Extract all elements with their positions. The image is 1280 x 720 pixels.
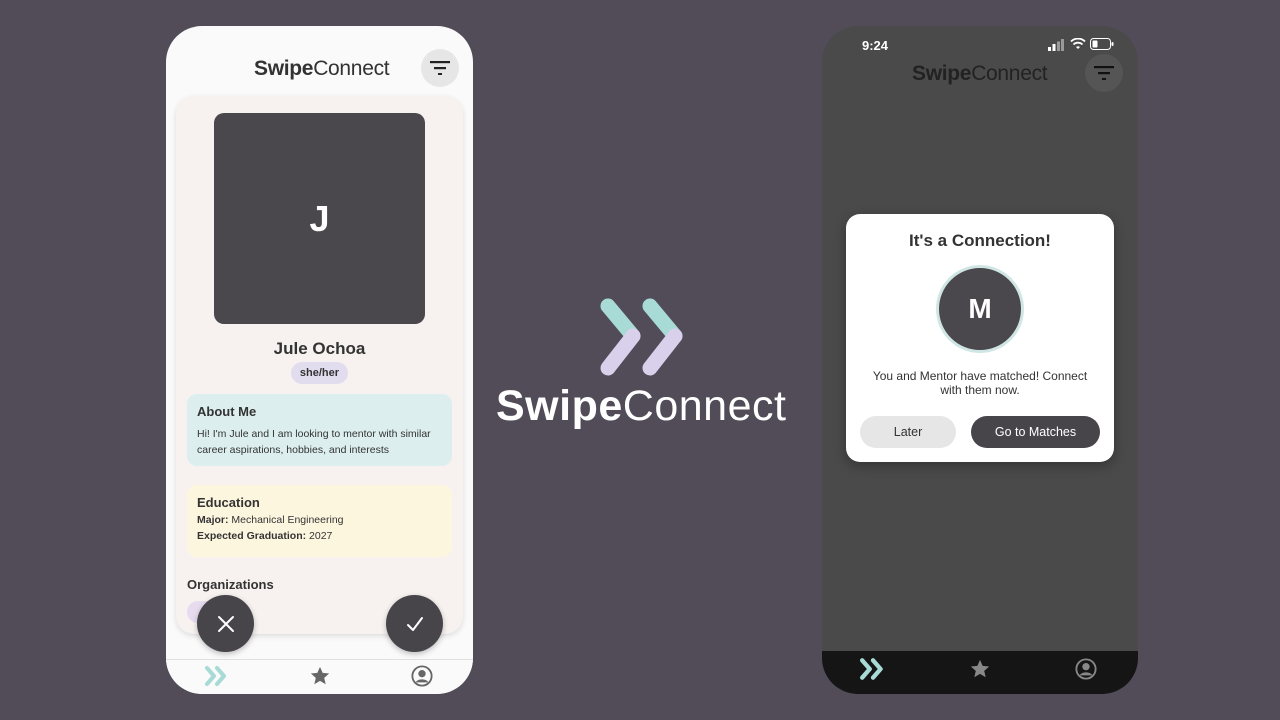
organizations-title: Organizations	[187, 577, 274, 592]
tab-favorites[interactable]	[306, 662, 334, 690]
modal-message: You and Mentor have matched! Connect wit…	[872, 369, 1088, 397]
tab-profile[interactable]	[1072, 655, 1100, 683]
later-button[interactable]: Later	[860, 416, 956, 448]
filter-icon	[430, 61, 450, 75]
swipe-chevrons-icon	[205, 666, 226, 686]
education-title: Education	[197, 495, 260, 510]
education-major: Major: Mechanical Engineering	[197, 514, 344, 526]
user-circle-icon	[1075, 658, 1097, 680]
star-icon	[970, 659, 990, 678]
app-title: SwipeConnect	[912, 62, 1048, 85]
tab-bar	[166, 659, 473, 694]
status-time: 9:24	[862, 38, 889, 53]
tab-swipe[interactable]	[859, 655, 887, 683]
tab-profile[interactable]	[408, 662, 436, 690]
match-avatar: M	[936, 265, 1024, 353]
pronoun-badge: she/her	[291, 362, 348, 384]
swipe-chevrons-logo-icon	[600, 298, 683, 376]
accept-button[interactable]	[386, 595, 443, 652]
tab-swipe[interactable]	[203, 662, 231, 690]
app-title: SwipeConnect	[254, 57, 390, 80]
wifi-icon	[1070, 38, 1086, 49]
modal-title: It's a Connection!	[909, 231, 1051, 250]
education-graduation: Expected Graduation: 2027	[197, 530, 333, 542]
right-phone-screen: 9:24 SwipeConnect It's a Connection! M Y…	[822, 26, 1138, 694]
tab-bar	[822, 651, 1138, 694]
left-phone-screen: SwipeConnect J Jule Ochoa she/her About …	[166, 26, 473, 694]
match-modal: It's a Connection! M You and Mentor have…	[846, 214, 1114, 462]
status-icons	[1048, 38, 1114, 52]
signal-icon	[1048, 39, 1064, 51]
close-icon	[217, 615, 234, 632]
about-me-section: About Me Hi! I'm Jule and I am looking t…	[187, 394, 452, 466]
go-to-matches-button[interactable]: Go to Matches	[971, 416, 1100, 448]
profile-name: Jule Ochoa	[273, 339, 366, 358]
user-circle-icon	[411, 665, 433, 687]
swipe-chevrons-icon	[860, 658, 883, 680]
star-icon	[310, 666, 330, 685]
center-logo: SwipeConnect	[496, 296, 806, 436]
tab-favorites[interactable]	[966, 655, 994, 683]
about-me-text: Hi! I'm Jule and I am looking to mentor …	[197, 428, 431, 456]
education-section: Education Major: Mechanical Engineering …	[187, 485, 452, 557]
profile-card[interactable]: J Jule Ochoa she/her About Me Hi! I'm Ju…	[176, 96, 463, 634]
filter-icon	[1094, 66, 1114, 80]
check-icon	[406, 616, 423, 631]
about-me-title: About Me	[197, 404, 257, 419]
battery-icon	[1090, 38, 1114, 50]
filter-button[interactable]	[1085, 54, 1123, 92]
filter-button[interactable]	[421, 49, 459, 87]
profile-photo-placeholder: J	[214, 113, 425, 324]
reject-button[interactable]	[197, 595, 254, 652]
logo-wordmark: SwipeConnect	[496, 382, 787, 430]
